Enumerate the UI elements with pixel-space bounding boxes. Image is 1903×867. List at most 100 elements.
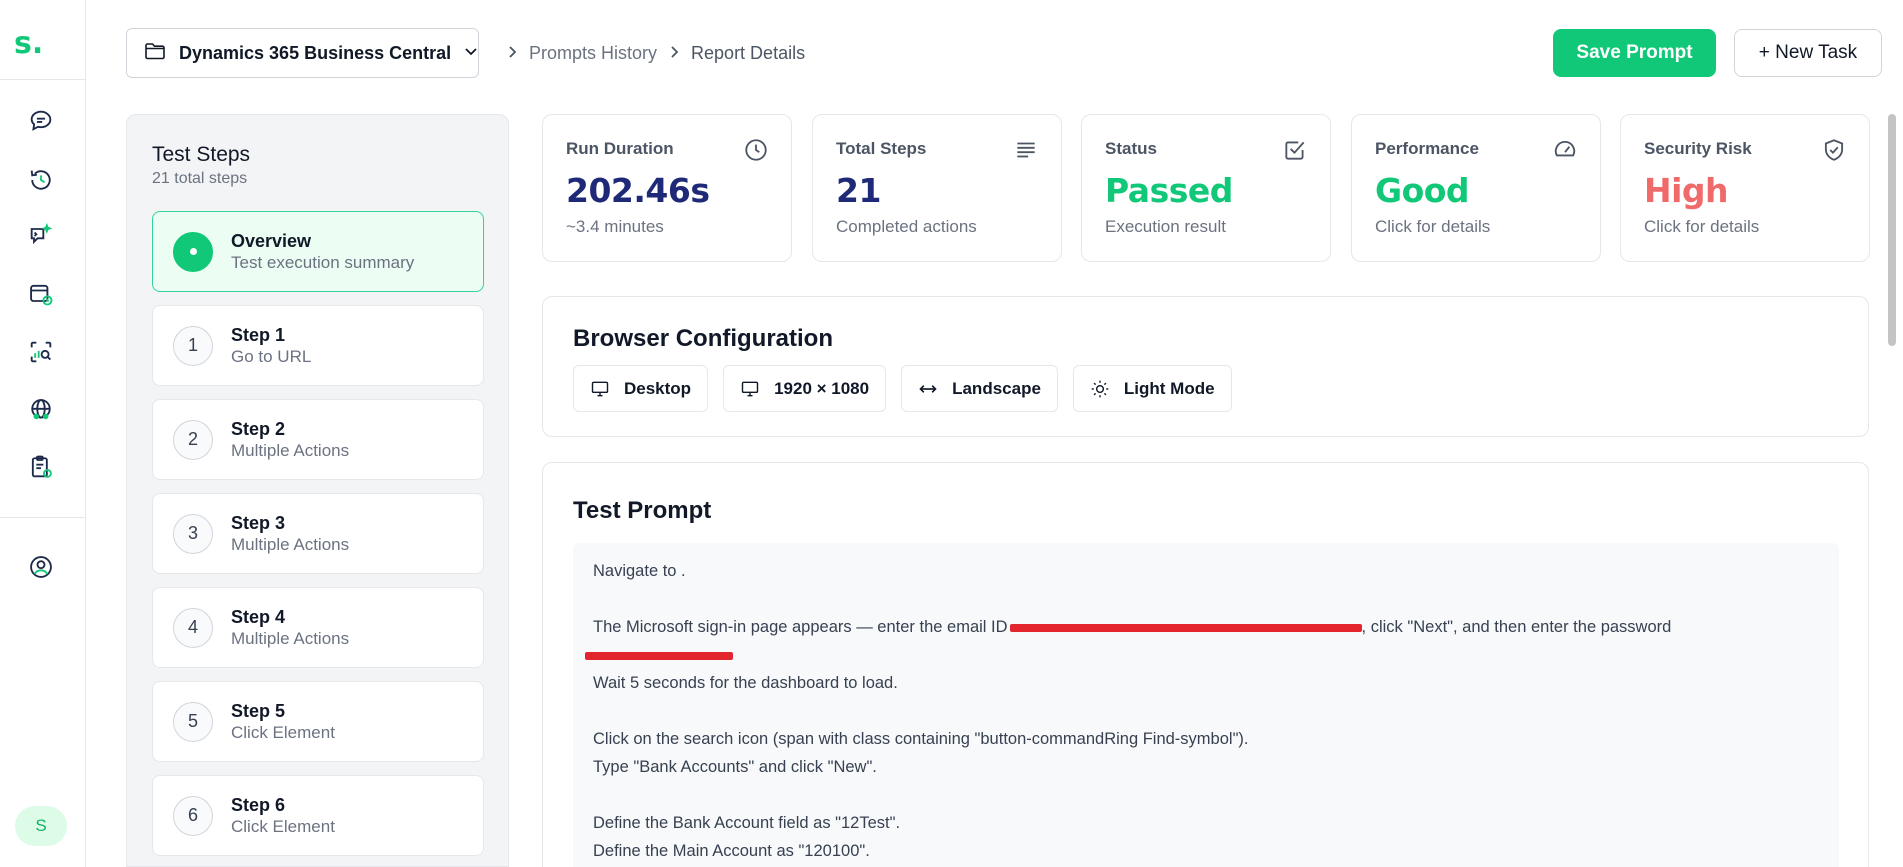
metric-subtext: Execution result: [1105, 217, 1226, 236]
step-item[interactable]: 1 Step 1 Go to URL: [152, 305, 484, 386]
list-icon: [1017, 142, 1035, 158]
metric-value: Good: [1375, 171, 1470, 210]
save-prompt-button[interactable]: Save Prompt: [1553, 29, 1716, 77]
new-task-button[interactable]: + New Task: [1734, 29, 1882, 77]
metric-security-risk[interactable]: Security Risk High Click for details: [1620, 114, 1870, 262]
analytics-icon[interactable]: [24, 335, 58, 369]
redaction-mark: [1009, 623, 1362, 632]
metric-label: Run Duration: [566, 139, 674, 158]
steps-count: 21 total steps: [152, 170, 248, 187]
metric-subtext: ~3.4 minutes: [566, 217, 664, 236]
breadcrumb-prompts-history[interactable]: Prompts History: [529, 43, 657, 64]
step-overview[interactable]: Overview Test execution summary: [152, 211, 484, 292]
prompt-line: The Microsoft sign-in page appears — ent…: [593, 613, 1819, 641]
user-avatar[interactable]: S: [15, 806, 67, 846]
chip-resolution: 1920 × 1080: [723, 365, 887, 412]
step-title: Overview: [231, 230, 312, 251]
metric-value: 202.46s: [566, 171, 710, 210]
chip-theme: Light Mode: [1072, 365, 1232, 412]
step-number: 6: [173, 795, 213, 836]
test-steps-panel: Test Steps 21 total steps Overview Test …: [126, 114, 509, 867]
test-prompt-body: Navigate to . The Microsoft sign-in page…: [573, 543, 1839, 867]
step-subtitle: Go to URL: [231, 346, 312, 366]
metric-total-steps[interactable]: Total Steps 21 Completed actions: [812, 114, 1062, 262]
scrollbar-thumb[interactable]: [1888, 114, 1896, 346]
breadcrumb: Prompts History Report Details: [505, 38, 805, 68]
ai-chat-icon[interactable]: [24, 219, 58, 253]
metric-subtext: Click for details: [1375, 217, 1491, 236]
metric-value: High: [1644, 171, 1729, 210]
step-item[interactable]: 4 Step 4 Multiple Actions: [152, 587, 484, 668]
metric-label: Security Risk: [1644, 139, 1752, 158]
monitor-icon: [741, 381, 759, 396]
chip-orientation: Landscape: [901, 365, 1058, 412]
prompt-text: , click "Next", and then enter the passw…: [1361, 618, 1672, 636]
step-subtitle: Test execution summary: [231, 252, 415, 272]
metric-value: Passed: [1105, 171, 1233, 210]
project-select-label: Dynamics 365 Business Central: [179, 42, 452, 63]
folder-icon: [143, 39, 167, 68]
left-rail: s. S: [0, 0, 86, 867]
browser-config-title: Browser Configuration: [573, 325, 834, 352]
prompt-line: Navigate to .: [593, 562, 686, 580]
scrollbar[interactable]: [1886, 114, 1898, 867]
prompt-line: Define the Main Account as "120100".: [593, 842, 870, 860]
chip-desktop: Desktop: [573, 365, 709, 412]
step-subtitle: Multiple Actions: [231, 628, 350, 648]
account-icon[interactable]: [24, 550, 58, 584]
step-subtitle: Multiple Actions: [231, 534, 350, 554]
browser-config-card: Browser Configuration Desktop 1920 × 108…: [542, 296, 1869, 437]
step-item[interactable]: 2 Step 2 Multiple Actions: [152, 399, 484, 480]
chip-label: Landscape: [952, 378, 1041, 398]
chevron-right-icon: [505, 43, 519, 64]
calendar-icon[interactable]: [24, 277, 58, 311]
rail-divider: [0, 79, 85, 80]
chat-icon[interactable]: [24, 104, 58, 138]
shield-check-icon: [1824, 139, 1844, 161]
step-number: 4: [173, 607, 213, 648]
metric-label: Performance: [1375, 139, 1479, 158]
active-dot-icon: [173, 231, 213, 272]
metric-label: Status: [1105, 139, 1157, 158]
chip-label: 1920 × 1080: [774, 378, 870, 398]
prompt-line: Type "Bank Accounts" and click "New".: [593, 758, 877, 776]
history-icon[interactable]: [24, 163, 58, 197]
chevron-right-icon: [667, 43, 681, 64]
step-number: 1: [173, 325, 213, 366]
step-title: Step 2: [231, 418, 286, 439]
chip-label: Desktop: [624, 378, 692, 398]
prompt-line: Define the Bank Account field as "12Test…: [593, 814, 901, 832]
global-users-icon[interactable]: [24, 393, 58, 427]
step-subtitle: Click Element: [231, 722, 335, 742]
step-item[interactable]: 3 Step 3 Multiple Actions: [152, 493, 484, 574]
step-title: Step 6: [231, 794, 286, 815]
metric-run-duration[interactable]: Run Duration 202.46s ~3.4 minutes: [542, 114, 792, 262]
step-title: Step 5: [231, 700, 286, 721]
chip-label: Light Mode: [1123, 378, 1215, 398]
clock-icon: [745, 139, 767, 161]
clipboard-icon[interactable]: [24, 450, 58, 484]
project-select[interactable]: Dynamics 365 Business Central: [126, 28, 479, 78]
step-item[interactable]: 5 Step 5 Click Element: [152, 681, 484, 762]
test-prompt-card: Test Prompt Navigate to . The Microsoft …: [542, 462, 1869, 867]
step-item[interactable]: 6 Step 6 Click Element: [152, 775, 484, 856]
steps-title: Test Steps: [152, 143, 251, 166]
prompt-line: Wait 5 seconds for the dashboard to load…: [593, 674, 898, 692]
gauge-icon: [1554, 140, 1576, 157]
chevron-down-icon: [463, 43, 479, 64]
rail-divider: [0, 517, 85, 518]
metric-performance[interactable]: Performance Good Click for details: [1351, 114, 1601, 262]
metric-subtext: Completed actions: [836, 217, 977, 236]
redaction-mark: [585, 651, 733, 660]
prompt-text: The Microsoft sign-in page appears — ent…: [593, 618, 1008, 636]
monitor-icon: [591, 381, 609, 396]
breadcrumb-report-details: Report Details: [691, 42, 806, 63]
prompt-line: [585, 641, 1819, 669]
metric-subtext: Click for details: [1644, 217, 1760, 236]
step-subtitle: Click Element: [231, 816, 335, 836]
test-prompt-title: Test Prompt: [573, 497, 712, 524]
step-subtitle: Multiple Actions: [231, 440, 350, 460]
app-logo[interactable]: s.: [14, 26, 43, 61]
step-title: Step 3: [231, 512, 286, 533]
metric-status[interactable]: Status Passed Execution result: [1081, 114, 1331, 262]
